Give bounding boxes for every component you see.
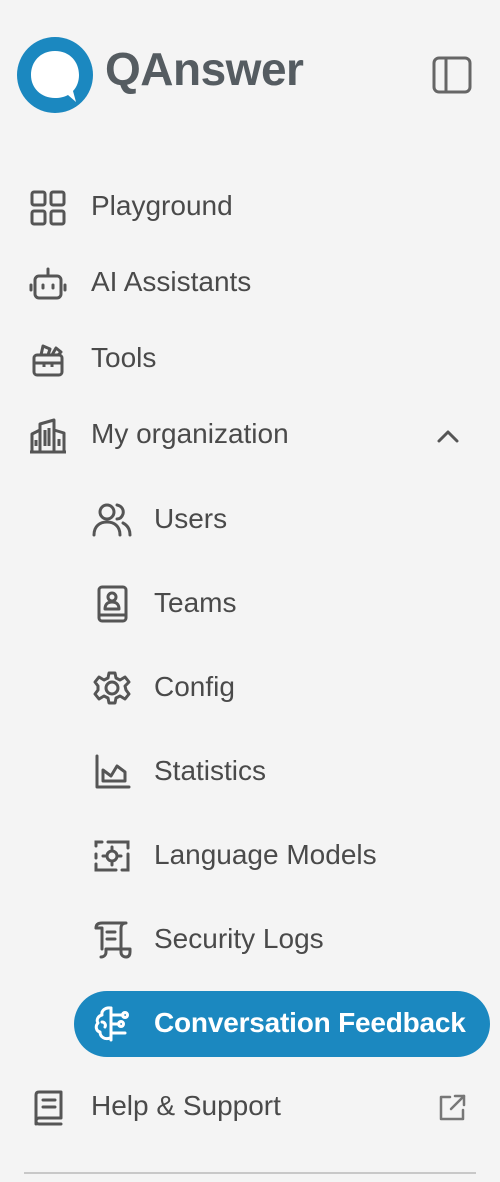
sidebar-item-users[interactable]: Users: [74, 487, 490, 553]
nav-item-label: AI Assistants: [91, 266, 252, 297]
sidebar-item-label: Language Models: [154, 839, 377, 870]
sidebar-item-label: Conversation Feedback: [154, 1007, 466, 1038]
sidebar-item-conversation-feedback[interactable]: Conversation Feedback: [74, 991, 490, 1057]
contact-book-icon: [92, 584, 132, 624]
toolbox-icon: [28, 340, 68, 380]
divider: [24, 1172, 476, 1174]
sidebar-item-label: Statistics: [154, 755, 267, 786]
sidebar-item-label: Config: [154, 671, 235, 702]
sidebar-item-security-logs[interactable]: Security Logs: [74, 907, 490, 973]
external-link-icon: [436, 1092, 468, 1124]
sidebar-header: QAnswer: [0, 0, 500, 150]
qanswer-logo-icon: [15, 35, 97, 117]
sidebar-item-label: Teams: [154, 587, 237, 618]
robot-icon: [28, 264, 68, 304]
nav-item-ai-assistants[interactable]: AI Assistants: [22, 252, 482, 312]
sidebar-item-config[interactable]: Config: [74, 655, 490, 721]
chart-icon: [92, 752, 132, 792]
brand-name: QAnswer: [105, 43, 304, 95]
model-chip-icon: [92, 836, 132, 876]
chevron-up-icon[interactable]: [432, 420, 464, 452]
nav-item-label: Help & Support: [91, 1090, 281, 1121]
building-icon: [28, 416, 68, 456]
nav-item-tools[interactable]: Tools: [22, 328, 482, 388]
sidebar-toggle-button[interactable]: [430, 53, 474, 97]
gear-icon: [92, 668, 132, 708]
sidebar-item-label: Security Logs: [154, 923, 324, 954]
nav-item-my-organization[interactable]: My organization: [22, 404, 482, 464]
users-icon: [92, 500, 132, 540]
nav-item-playground[interactable]: Playground: [22, 176, 482, 236]
sidebar-item-language-models[interactable]: Language Models: [74, 823, 490, 889]
nav-item-label: Playground: [91, 190, 233, 221]
sidebar-item-label: Users: [154, 503, 228, 534]
nav-item-label: My organization: [91, 418, 289, 449]
sidebar-item-teams[interactable]: Teams: [74, 571, 490, 637]
sidebar-item-statistics[interactable]: Statistics: [74, 739, 490, 805]
book-icon: [28, 1088, 68, 1128]
scroll-icon: [92, 920, 132, 960]
sidebar-toggle-icon: [432, 56, 472, 94]
brain-icon: [92, 1004, 132, 1044]
nav-item-help-support[interactable]: Help & Support: [22, 1076, 482, 1136]
nav-item-label: Tools: [91, 342, 157, 373]
grid-icon: [28, 188, 68, 228]
